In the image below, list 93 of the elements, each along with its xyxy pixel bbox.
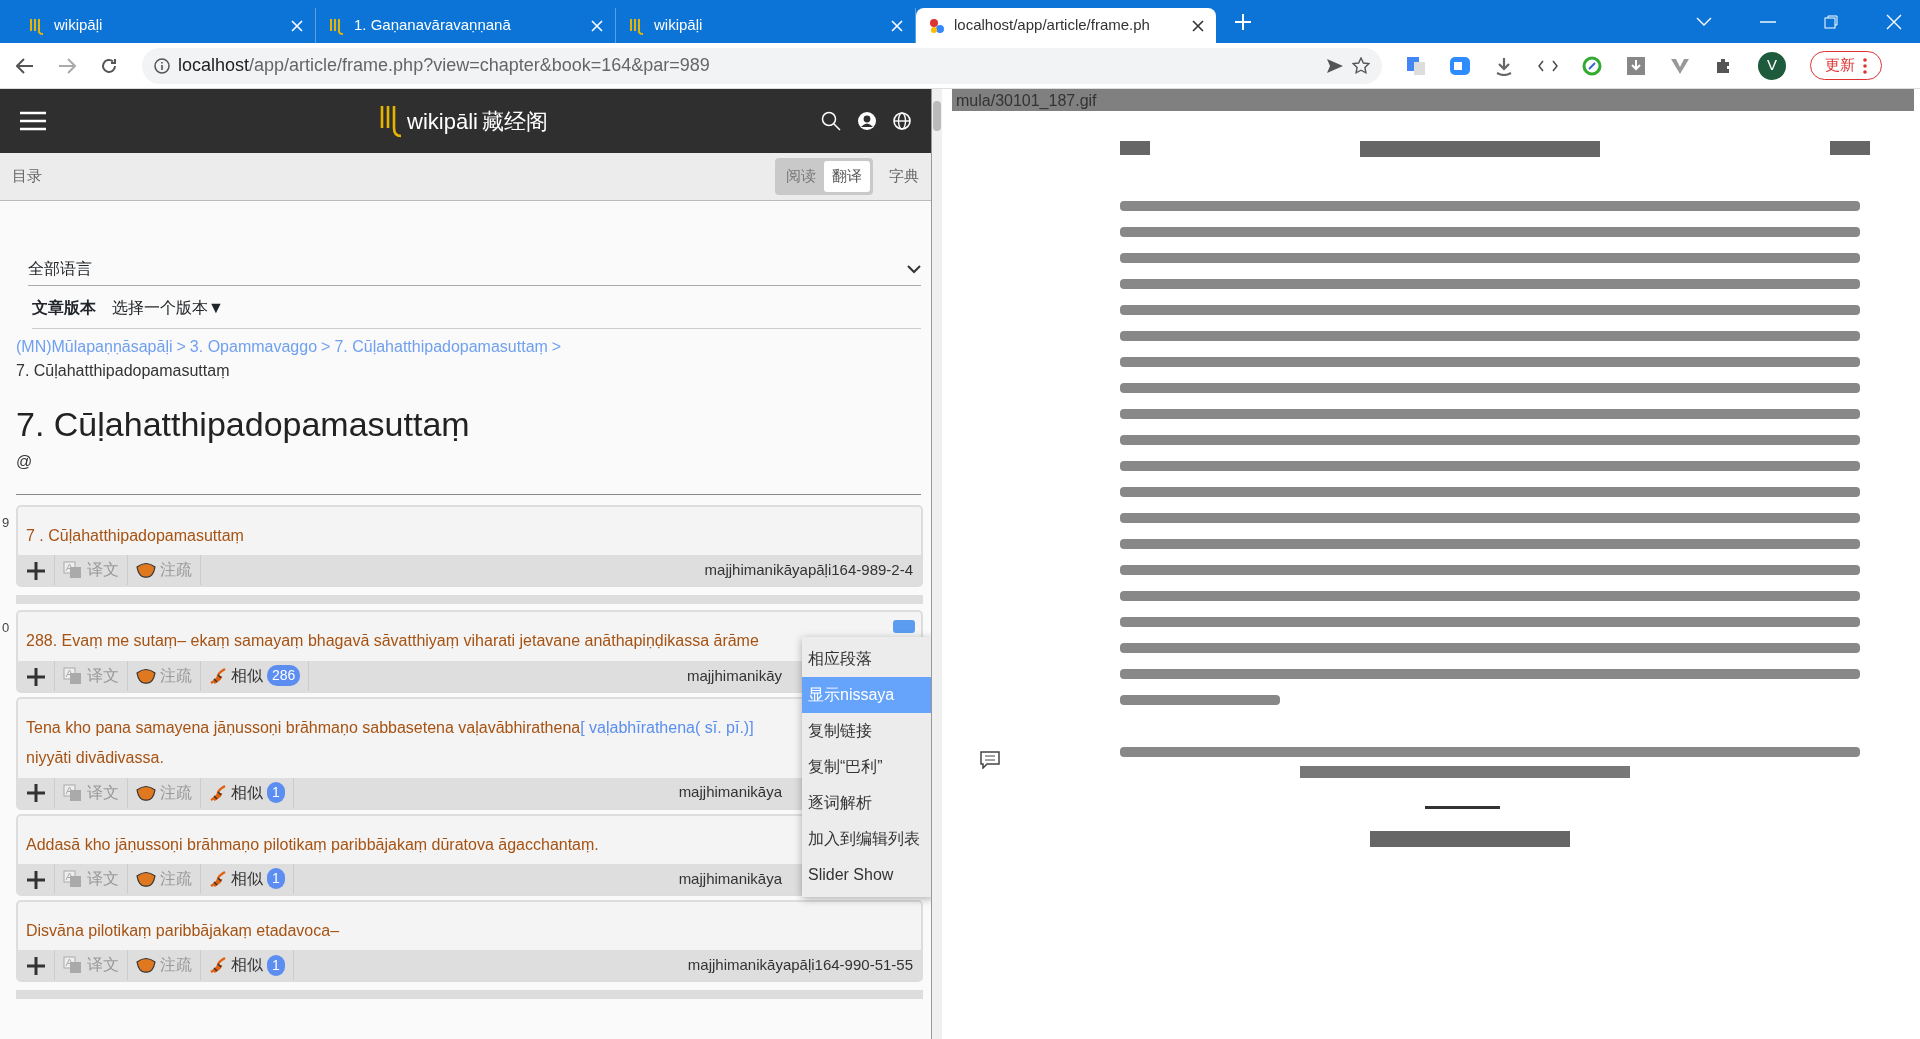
version-label: 文章版本 — [32, 298, 96, 318]
menu-item[interactable]: Slider Show — [802, 857, 931, 894]
download-icon[interactable] — [1494, 55, 1514, 76]
scrollbar-thumb[interactable] — [933, 101, 941, 131]
back-icon[interactable] — [16, 57, 34, 74]
comment-icon[interactable] — [980, 751, 1000, 769]
new-tab-icon[interactable] — [1234, 13, 1252, 31]
breadcrumb-link[interactable]: 7. Cūḷahatthipadopamasuttaṃ — [334, 335, 548, 359]
menu-item[interactable]: 加入到编辑列表 — [802, 821, 931, 858]
logo-icon — [328, 16, 346, 35]
browser-tab[interactable]: localhost/app/article/frame.ph — [916, 8, 1216, 43]
menu-item[interactable]: 相应段落 — [802, 641, 931, 678]
breadcrumb-separator: > — [176, 337, 186, 357]
address-bar[interactable]: localhost/app/article/frame.php?view=chapter&book=164&par=989 — [142, 47, 1382, 84]
globe-icon[interactable] — [893, 112, 911, 130]
table-of-contents-link[interactable]: 目录 — [12, 165, 42, 188]
paragraph-number: 9 — [2, 514, 10, 532]
menu-item[interactable]: 显示nissaya — [802, 677, 931, 714]
sentence-id: majjhimanikāy — [686, 665, 782, 686]
similar-button[interactable]: 相似 1 — [201, 777, 294, 808]
plus-icon — [26, 869, 46, 890]
logo-icon — [379, 104, 404, 138]
pencil-circle-icon[interactable] — [1582, 55, 1602, 76]
breadcrumb-separator: > — [551, 337, 562, 357]
bowl-icon — [136, 667, 156, 684]
breadcrumb-link[interactable]: (MN)Mūlapaṇṇāsapāḷi — [16, 335, 173, 359]
translate-icon — [63, 783, 83, 802]
translate-icon — [63, 869, 83, 888]
bowl-icon — [136, 957, 156, 974]
info-icon — [154, 57, 170, 74]
page-title: 7. Cūḷahatthipadopamasuttaṃ — [16, 404, 471, 445]
user-icon[interactable] — [857, 111, 877, 131]
title-anchor: @ — [16, 452, 34, 472]
logo-icon — [628, 16, 646, 35]
similar-button[interactable]: 相似 1 — [201, 863, 294, 894]
plus-icon — [26, 561, 46, 582]
sentence-id: majjhimanikāyapāḷi164-989-2-4 — [704, 560, 914, 581]
chevron-down-icon — [907, 264, 921, 274]
logo-icon — [28, 16, 46, 35]
paragraph-number: 0 — [2, 619, 10, 638]
plus-icon — [26, 783, 46, 804]
dna-icon — [209, 666, 227, 685]
similar-button[interactable]: 相似 1 — [201, 950, 294, 981]
sentence-id: majjhimanikāya — [678, 868, 782, 889]
sentence-id: majjhimanikāya — [678, 782, 782, 803]
mode-tab[interactable]: 翻译 — [824, 161, 870, 192]
version-picker[interactable]: 选择一个版本▼ — [112, 296, 224, 320]
breadcrumb-separator: > — [321, 337, 331, 357]
update-button[interactable]: 更新 — [1810, 51, 1882, 80]
breadcrumb-current: 7. Cūḷahatthipadopamasuttaṃ — [16, 361, 231, 381]
translate-icon — [63, 561, 83, 580]
video-camera-icon[interactable] — [1450, 55, 1470, 76]
bowl-icon — [136, 562, 156, 579]
dna-icon — [209, 956, 227, 975]
mode-tab[interactable]: 阅读 — [778, 161, 824, 192]
send-icon[interactable] — [1326, 57, 1344, 74]
reload-icon[interactable] — [100, 56, 118, 75]
image-filename: mula/30101_187.gif — [952, 89, 1914, 111]
pali-sentence: 288. Evaṃ me sutaṃ– ekaṃ samayaṃ bhagavā sāvatthiyaṃ viharati jetavane anāthapiṇḍikassa ārāme — [25, 631, 760, 652]
similar-button[interactable]: 相似 286 — [201, 660, 310, 691]
pali-sentence: Tena kho pana samayena jāṇussoṇi brāhmaṇo sabbasetena vaḷavābhirathena[ vaḷabhīrathena( sī. pī.)] niyyāti divādivassa. — [25, 717, 755, 769]
bowl-icon — [136, 870, 156, 887]
pali-sentence: Disvāna pilotikaṃ paribbājakaṃ etadavoca– — [25, 920, 341, 941]
menu-item[interactable]: 复制“巴利” — [802, 749, 931, 786]
chevron-down-icon[interactable] — [1696, 16, 1712, 27]
dictionary-tab[interactable]: 字典 — [889, 165, 919, 188]
pali-sentence: 7 . Cūḷahatthipadopamasuttaṃ — [25, 526, 245, 546]
menu-item[interactable]: 复制链接 — [802, 713, 931, 750]
plus-icon — [26, 666, 46, 687]
breadcrumb-link[interactable]: 3. Opammavaggo — [189, 335, 318, 359]
brand-subtitle: 藏经阁 — [481, 107, 548, 136]
menu-item[interactable]: 逐词解析 — [802, 785, 931, 822]
sentence-id: majjhimanikāyapāḷi164-990-51-55 — [687, 955, 914, 976]
more-vertical-icon — [1863, 57, 1867, 74]
restore-icon[interactable] — [1824, 14, 1838, 29]
star-icon[interactable] — [1352, 56, 1370, 75]
brand-name: wikipāli — [407, 107, 478, 136]
profile-avatar[interactable]: V — [1758, 51, 1786, 80]
dna-icon — [209, 869, 227, 888]
translate-icon[interactable] — [1406, 55, 1426, 76]
plus-icon — [26, 956, 46, 977]
bowl-icon — [136, 784, 156, 801]
pali-sentence: Addasā kho jāṇussoṇi brāhmaṇo pilotikaṃ paribbājakaṃ dūratova āgacchantaṃ. — [25, 834, 600, 855]
pinwheel-icon — [928, 16, 946, 35]
search-icon[interactable] — [821, 111, 841, 131]
translate-icon — [63, 666, 83, 685]
minimize-icon[interactable] — [1760, 20, 1776, 23]
translate-icon — [63, 956, 83, 975]
dna-icon — [209, 783, 227, 802]
close-icon[interactable] — [1192, 19, 1204, 32]
language-select[interactable]: 全部语言 — [28, 253, 921, 286]
menu-icon[interactable] — [20, 111, 46, 131]
tray-download-icon[interactable] — [1626, 55, 1646, 76]
